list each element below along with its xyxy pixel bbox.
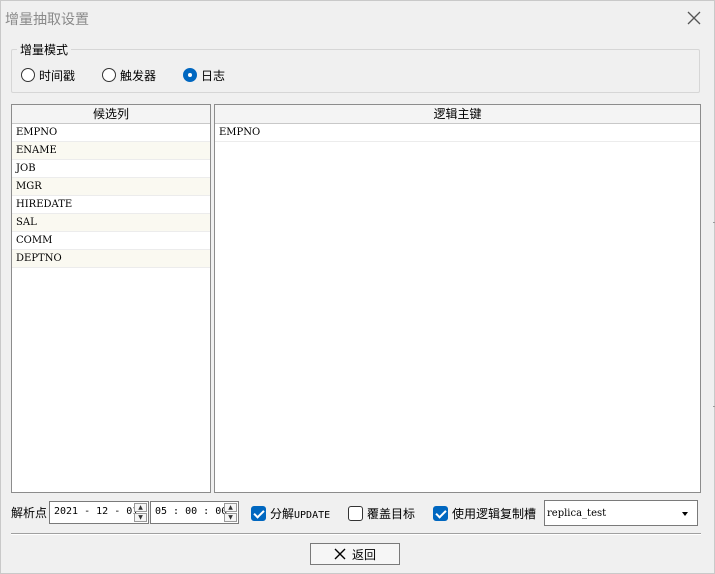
radio-timestamp[interactable]: 时间戳 [21, 66, 75, 84]
parse-point-label: 解析点 [11, 506, 48, 520]
radio-label: 触发器 [120, 68, 157, 83]
radio-circle [21, 68, 35, 82]
radio-label: 时间戳 [39, 68, 76, 83]
spin-up-icon[interactable]: ▲ [134, 503, 147, 512]
spin-up-icon[interactable]: ▲ [224, 503, 237, 512]
chevron-down-icon [682, 512, 688, 516]
split-update-checkbox[interactable]: 分解UPDATE [251, 504, 330, 522]
radio-circle [102, 68, 116, 82]
title-bar: 增量抽取设置 [1, 1, 714, 35]
list-item[interactable]: COMM [12, 232, 210, 250]
radio-trigger[interactable]: 触发器 [102, 66, 156, 84]
checkbox-label: 分解UPDATE [270, 505, 330, 522]
checkbox-checked [433, 505, 448, 521]
logical-key-header: 逻辑主键 [215, 105, 700, 124]
use-slot-checkbox[interactable]: 使用逻辑复制槽 [433, 504, 536, 522]
slot-select-value: replica_test [547, 508, 607, 519]
spin-down-icon[interactable]: ▼ [224, 513, 237, 522]
close-x-icon [334, 548, 346, 560]
list-item[interactable]: MGR [12, 178, 210, 196]
close-icon[interactable] [684, 8, 704, 28]
slot-select[interactable]: replica_test [544, 500, 698, 526]
checkbox-label: 使用逻辑复制槽 [452, 506, 537, 521]
list-item[interactable]: ENAME [12, 142, 210, 160]
list-item[interactable]: JOB [12, 160, 210, 178]
radio-label: 日志 [201, 68, 226, 83]
checkbox-label: 覆盖目标 [367, 506, 416, 521]
list-item[interactable]: SAL [12, 214, 210, 232]
back-button-label: 返回 [351, 547, 376, 562]
candidate-columns-list: 候选列 EMPNO ENAME JOB MGR HIREDATE SAL COM… [11, 104, 211, 493]
candidate-columns-header: 候选列 [12, 105, 210, 124]
mode-group-title: 增量模式 [17, 41, 72, 58]
logical-key-list: 逻辑主键 EMPNO [214, 104, 701, 493]
time-value: 05 : 00 : 00 [155, 506, 228, 517]
checkbox-checked [251, 505, 266, 521]
overwrite-target-checkbox[interactable]: 覆盖目标 [348, 504, 415, 522]
checkbox-unchecked [348, 505, 363, 521]
spin-down-icon[interactable]: ▼ [134, 513, 147, 522]
radio-log[interactable]: 日志 [183, 66, 225, 84]
time-spinner: ▲ ▼ [224, 503, 237, 522]
list-item[interactable]: DEPTNO [12, 250, 210, 268]
list-item[interactable]: EMPNO [215, 124, 700, 142]
footer-divider [11, 533, 701, 535]
split-update-label-prefix: 分解 [270, 506, 295, 521]
back-button[interactable]: 返回 [310, 543, 400, 565]
radio-circle-selected [183, 68, 197, 82]
window-title: 增量抽取设置 [5, 12, 89, 28]
time-picker[interactable]: 05 : 00 : 00 ▲ ▼ [150, 501, 239, 524]
date-spinner: ▲ ▼ [134, 503, 147, 522]
list-item[interactable]: EMPNO [12, 124, 210, 142]
list-item[interactable]: HIREDATE [12, 196, 210, 214]
date-value: 2021 - 12 - 01 [54, 506, 139, 517]
date-picker[interactable]: 2021 - 12 - 01 ▲ ▼ [49, 501, 149, 524]
split-update-label-suffix: UPDATE [294, 509, 331, 521]
